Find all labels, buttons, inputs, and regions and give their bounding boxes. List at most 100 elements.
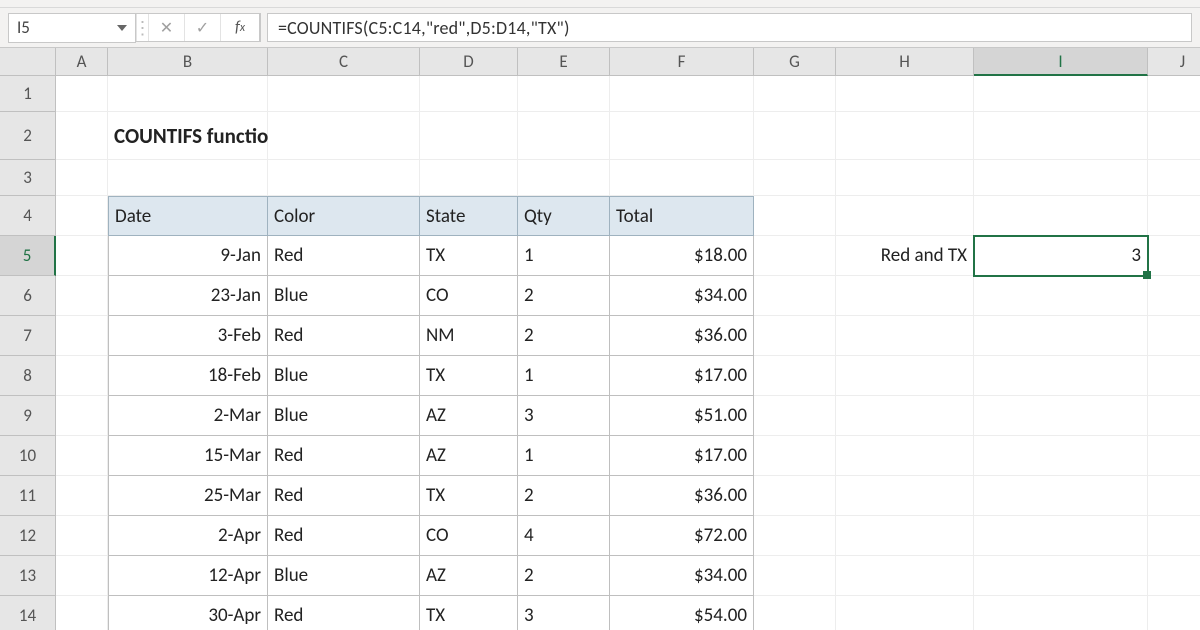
cell-D10[interactable]: AZ xyxy=(420,436,518,476)
column-header-F[interactable]: F xyxy=(610,48,754,76)
cell-F8[interactable]: $17.00 xyxy=(610,356,754,396)
row-header-14[interactable]: 14 xyxy=(0,596,56,630)
cell-H7[interactable] xyxy=(836,316,974,356)
cell-G4[interactable] xyxy=(754,196,836,236)
cell-E2[interactable] xyxy=(518,112,610,160)
cell-C14[interactable]: Red xyxy=(268,596,420,630)
cell-E10[interactable]: 1 xyxy=(518,436,610,476)
cell-D3[interactable] xyxy=(420,160,518,196)
cell-G1[interactable] xyxy=(754,76,836,112)
cell-J8[interactable] xyxy=(1148,356,1200,396)
insert-function-button[interactable]: fx xyxy=(220,14,260,41)
cell-D8[interactable]: TX xyxy=(420,356,518,396)
cell-F5[interactable]: $18.00 xyxy=(610,236,754,276)
chevron-down-icon[interactable] xyxy=(117,25,127,31)
cell-H2[interactable] xyxy=(836,112,974,160)
cell-G6[interactable] xyxy=(754,276,836,316)
cell-A9[interactable] xyxy=(56,396,108,436)
cell-D9[interactable]: AZ xyxy=(420,396,518,436)
cell-C1[interactable] xyxy=(268,76,420,112)
row-header-5[interactable]: 5 xyxy=(0,236,56,276)
cell-J12[interactable] xyxy=(1148,516,1200,556)
cell-F4[interactable]: Total xyxy=(610,196,754,236)
cell-A4[interactable] xyxy=(56,196,108,236)
row-header-2[interactable]: 2 xyxy=(0,112,56,160)
cell-G8[interactable] xyxy=(754,356,836,396)
cell-C12[interactable]: Red xyxy=(268,516,420,556)
cell-B5[interactable]: 9-Jan xyxy=(108,236,268,276)
cell-A1[interactable] xyxy=(56,76,108,112)
cell-J9[interactable] xyxy=(1148,396,1200,436)
cell-B4[interactable]: Date xyxy=(108,196,268,236)
cell-G2[interactable] xyxy=(754,112,836,160)
cell-C7[interactable]: Red xyxy=(268,316,420,356)
cell-B2[interactable]: COUNTIFS function xyxy=(108,112,268,160)
column-header-I[interactable]: I xyxy=(974,48,1148,76)
cell-B7[interactable]: 3-Feb xyxy=(108,316,268,356)
cell-J11[interactable] xyxy=(1148,476,1200,516)
cell-I7[interactable] xyxy=(974,316,1148,356)
cell-B11[interactable]: 25-Mar xyxy=(108,476,268,516)
cell-C10[interactable]: Red xyxy=(268,436,420,476)
name-box[interactable]: I5 xyxy=(8,13,136,43)
cell-H14[interactable] xyxy=(836,596,974,630)
cell-J13[interactable] xyxy=(1148,556,1200,596)
row-header-10[interactable]: 10 xyxy=(0,436,56,476)
row-header-4[interactable]: 4 xyxy=(0,196,56,236)
cell-D12[interactable]: CO xyxy=(420,516,518,556)
cell-C5[interactable]: Red xyxy=(268,236,420,276)
cell-A13[interactable] xyxy=(56,556,108,596)
cell-A7[interactable] xyxy=(56,316,108,356)
cell-H8[interactable] xyxy=(836,356,974,396)
cell-H6[interactable] xyxy=(836,276,974,316)
cell-A10[interactable] xyxy=(56,436,108,476)
row-header-8[interactable]: 8 xyxy=(0,356,56,396)
cell-F7[interactable]: $36.00 xyxy=(610,316,754,356)
row-header-1[interactable]: 1 xyxy=(0,76,56,112)
cell-E13[interactable]: 2 xyxy=(518,556,610,596)
cell-C11[interactable]: Red xyxy=(268,476,420,516)
cell-F14[interactable]: $54.00 xyxy=(610,596,754,630)
row-header-11[interactable]: 11 xyxy=(0,476,56,516)
cell-H11[interactable] xyxy=(836,476,974,516)
cell-H12[interactable] xyxy=(836,516,974,556)
cell-I8[interactable] xyxy=(974,356,1148,396)
row-header-3[interactable]: 3 xyxy=(0,160,56,196)
cell-E11[interactable]: 2 xyxy=(518,476,610,516)
column-header-G[interactable]: G xyxy=(754,48,836,76)
cell-F12[interactable]: $72.00 xyxy=(610,516,754,556)
cell-G10[interactable] xyxy=(754,436,836,476)
cell-C3[interactable] xyxy=(268,160,420,196)
cell-D6[interactable]: CO xyxy=(420,276,518,316)
cell-G9[interactable] xyxy=(754,396,836,436)
cell-E12[interactable]: 4 xyxy=(518,516,610,556)
column-header-D[interactable]: D xyxy=(420,48,518,76)
cell-J5[interactable] xyxy=(1148,236,1200,276)
cell-I10[interactable] xyxy=(974,436,1148,476)
accept-formula-button[interactable]: ✓ xyxy=(184,14,220,41)
cell-H5[interactable]: Red and TX xyxy=(836,236,974,276)
cell-B6[interactable]: 23-Jan xyxy=(108,276,268,316)
cell-A3[interactable] xyxy=(56,160,108,196)
cell-C4[interactable]: Color xyxy=(268,196,420,236)
cell-H9[interactable] xyxy=(836,396,974,436)
cell-H10[interactable] xyxy=(836,436,974,476)
cell-A11[interactable] xyxy=(56,476,108,516)
cell-G13[interactable] xyxy=(754,556,836,596)
cell-I11[interactable] xyxy=(974,476,1148,516)
column-header-H[interactable]: H xyxy=(836,48,974,76)
cell-G3[interactable] xyxy=(754,160,836,196)
cell-H13[interactable] xyxy=(836,556,974,596)
column-header-J[interactable]: J xyxy=(1148,48,1200,76)
cell-J6[interactable] xyxy=(1148,276,1200,316)
cell-A5[interactable] xyxy=(56,236,108,276)
cell-B8[interactable]: 18-Feb xyxy=(108,356,268,396)
cell-I3[interactable] xyxy=(974,160,1148,196)
cell-C2[interactable] xyxy=(268,112,420,160)
cell-F10[interactable]: $17.00 xyxy=(610,436,754,476)
cell-J3[interactable] xyxy=(1148,160,1200,196)
cell-F9[interactable]: $51.00 xyxy=(610,396,754,436)
column-header-E[interactable]: E xyxy=(518,48,610,76)
row-header-13[interactable]: 13 xyxy=(0,556,56,596)
cell-G5[interactable] xyxy=(754,236,836,276)
